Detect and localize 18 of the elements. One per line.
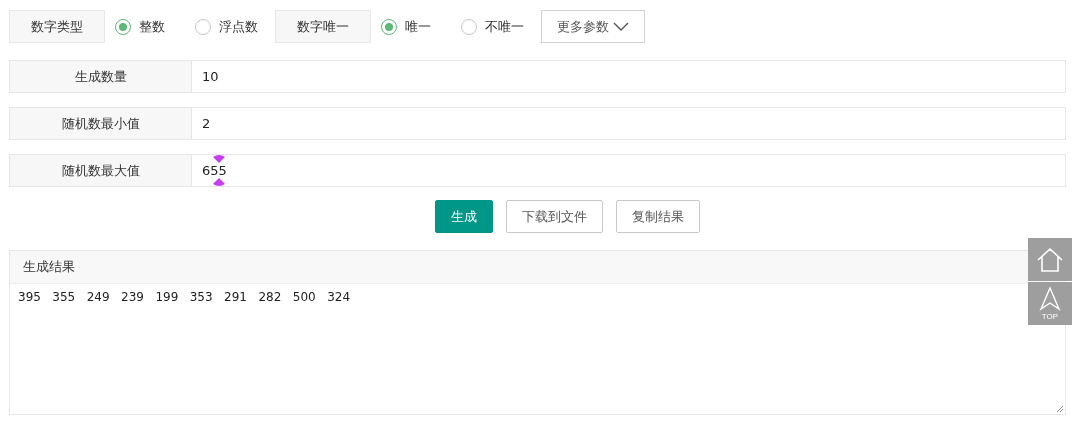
action-button[interactable]: 复制结果 <box>616 200 700 233</box>
radio-label: 整数 <box>139 17 165 36</box>
more-params-dropdown[interactable]: 更多参数 <box>541 10 645 43</box>
result-title: 生成结果 <box>10 251 1065 284</box>
radio-label: 唯一 <box>405 17 431 36</box>
home-icon <box>1036 246 1064 273</box>
home-button[interactable] <box>1028 238 1072 281</box>
action-button[interactable]: 下载到文件 <box>506 200 603 233</box>
result-text[interactable]: 395 355 249 239 199 353 291 282 500 324 <box>18 290 351 304</box>
option-label: 数字类型 <box>9 10 105 43</box>
option-label: 数字唯一 <box>275 10 371 43</box>
arrow-up-icon <box>1039 286 1061 311</box>
top-label: TOP <box>1041 312 1059 321</box>
chevron-down-icon <box>613 21 629 32</box>
action-button[interactable]: 生成 <box>435 200 493 233</box>
radio-label: 浮点数 <box>219 17 258 36</box>
resize-grip-icon[interactable] <box>1056 405 1064 413</box>
radio-label: 不唯一 <box>485 17 524 36</box>
